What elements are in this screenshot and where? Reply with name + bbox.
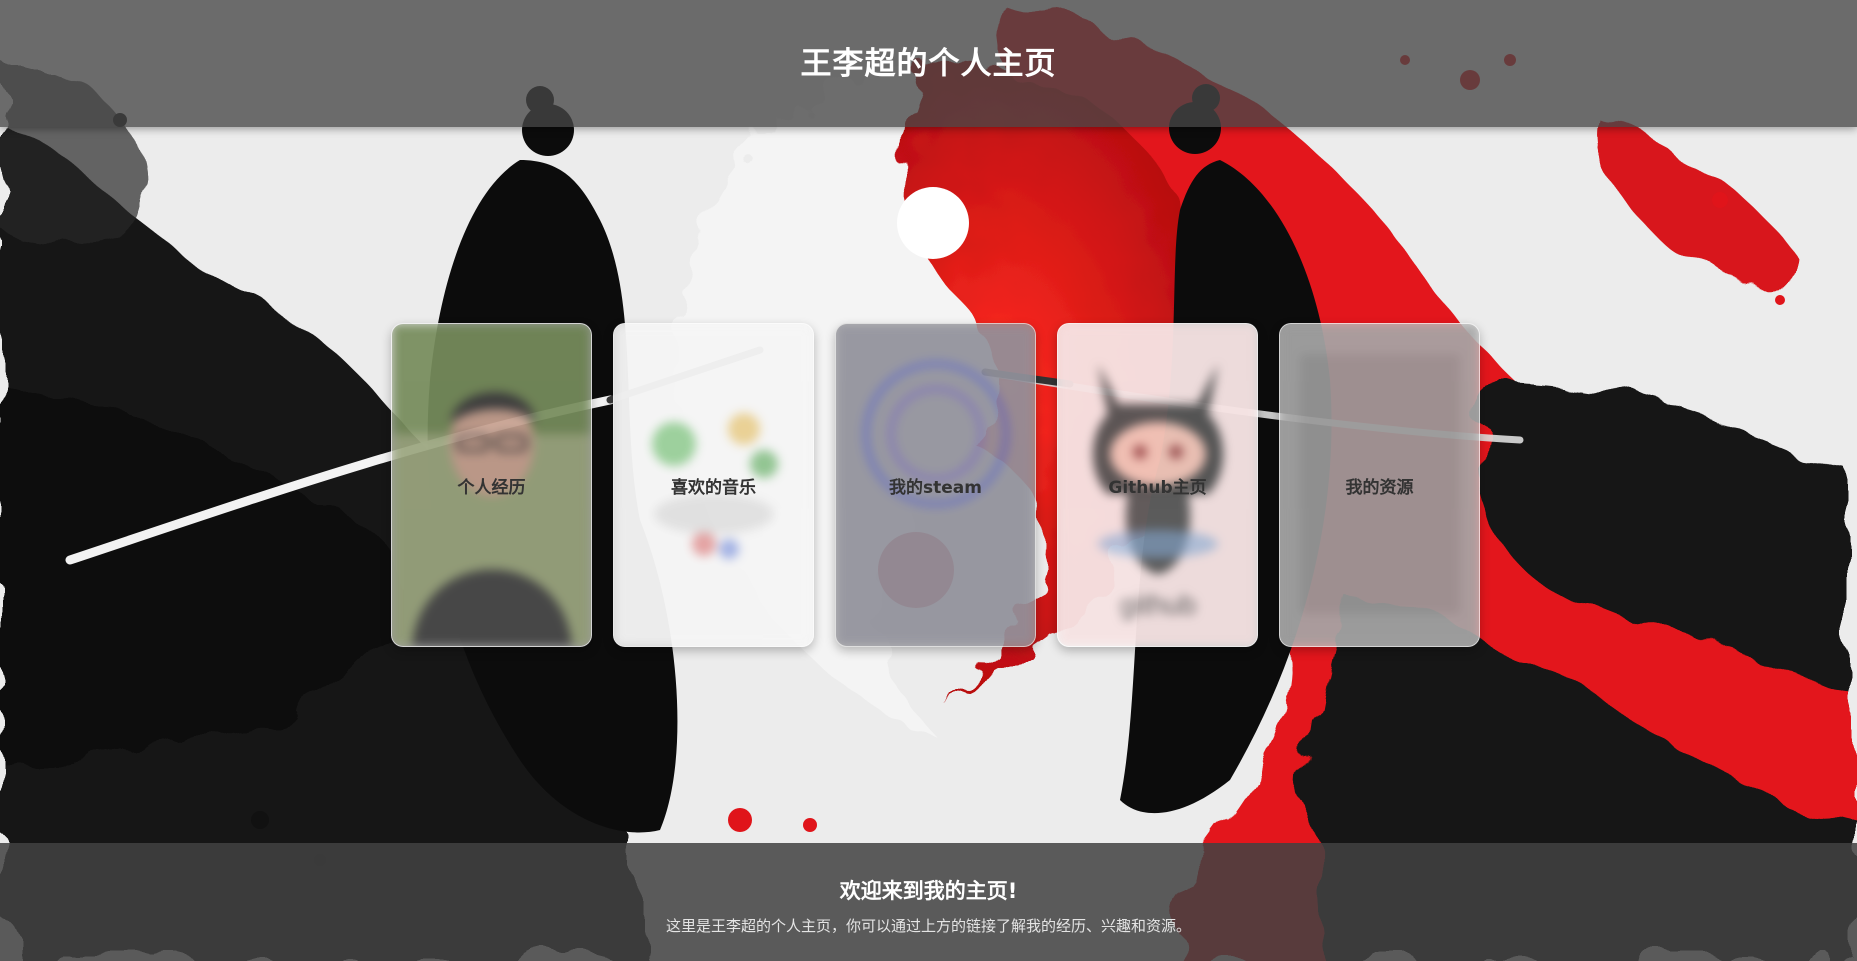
card-my-resources[interactable]: 我的资源	[1279, 323, 1480, 647]
card-favorite-music[interactable]: 喜欢的音乐	[613, 323, 814, 647]
svg-text:github: github	[1120, 589, 1196, 620]
footer-description: 这里是王李超的个人主页，你可以通过上方的链接了解我的经历、兴趣和资源。	[665, 917, 1191, 935]
card-label: 个人经历	[457, 477, 526, 498]
footer-heading: 欢迎来到我的主页!	[839, 879, 1018, 903]
card-my-steam[interactable]: 我的steam	[835, 323, 1036, 647]
card-github-home[interactable]: github Github主页	[1057, 323, 1258, 647]
site-header: 王李超的个人主页	[0, 0, 1857, 127]
card-personal-experience[interactable]: 个人经历	[391, 323, 592, 647]
site-footer: 欢迎来到我的主页! 这里是王李超的个人主页，你可以通过上方的链接了解我的经历、兴…	[0, 843, 1857, 961]
page: 王李超的个人主页 个人经历 喜欢的音乐 我的steam github Githu…	[0, 0, 1857, 961]
page-title: 王李超的个人主页	[800, 46, 1057, 82]
card-label: Github主页	[1108, 477, 1207, 498]
card-label: 我的steam	[889, 477, 982, 498]
nav-cards: 个人经历 喜欢的音乐 我的steam github Github主页 我的资源	[391, 323, 1480, 647]
card-label: 我的资源	[1345, 477, 1414, 498]
card-label: 喜欢的音乐	[671, 477, 756, 498]
